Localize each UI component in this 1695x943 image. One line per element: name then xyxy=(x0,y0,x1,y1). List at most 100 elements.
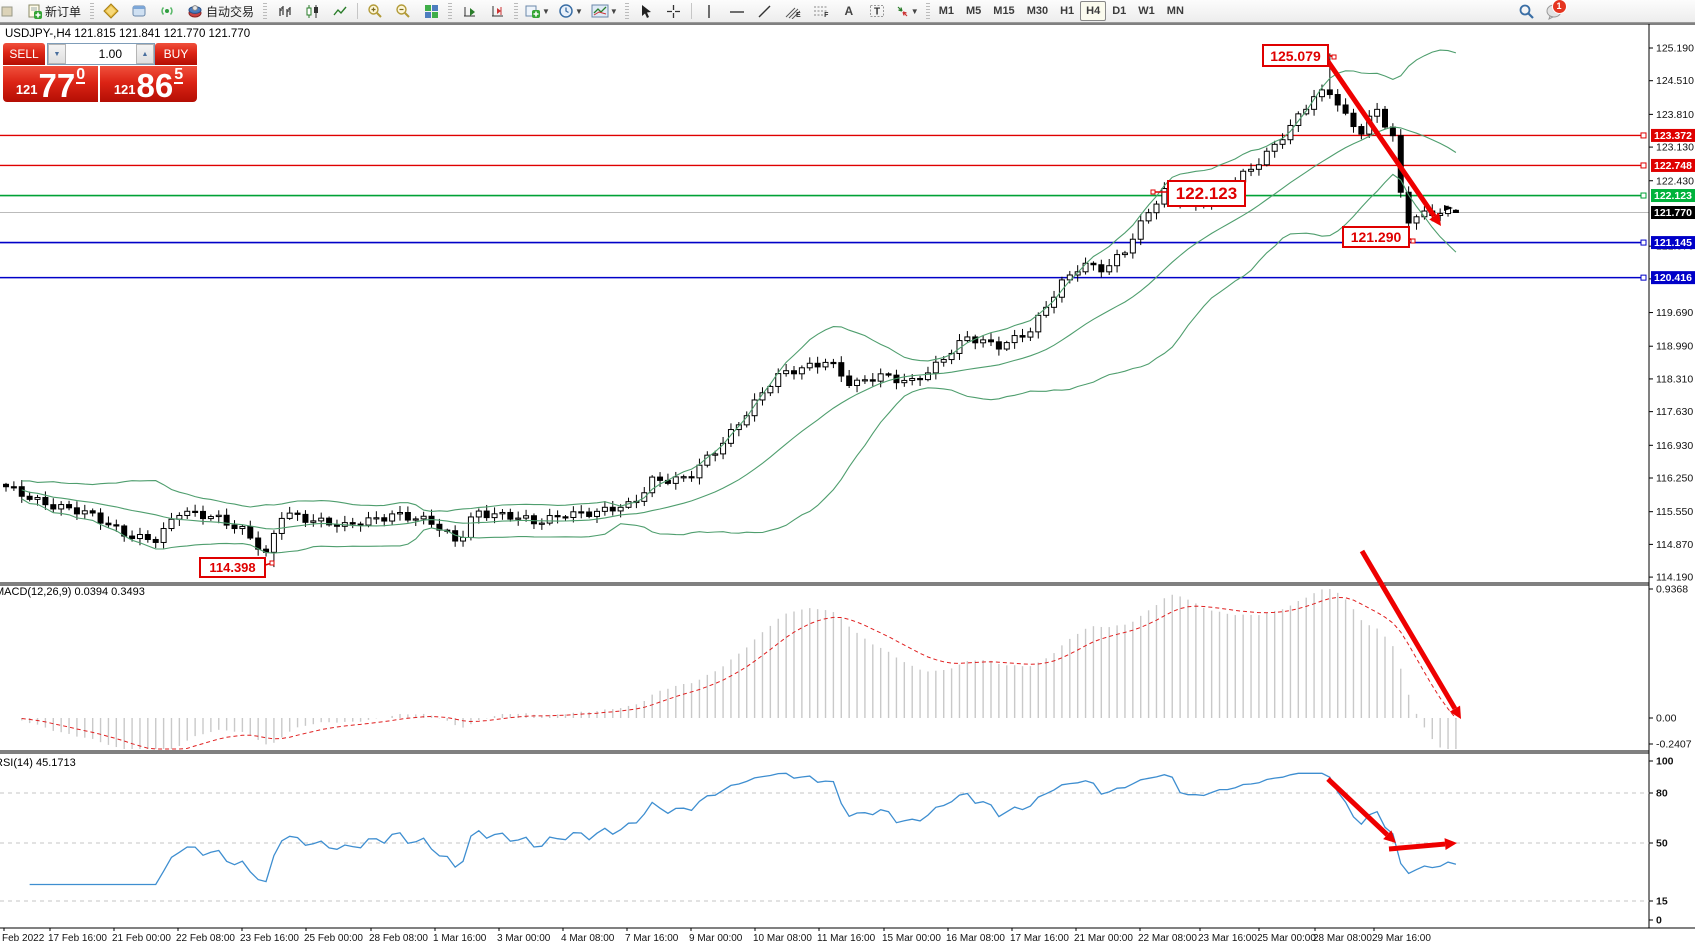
candle-down xyxy=(1359,127,1364,135)
candle-up xyxy=(1012,336,1017,343)
rsi-indicator-label: RSI(14) 45.1713 xyxy=(0,757,76,769)
candle-down xyxy=(1327,90,1332,95)
candle-up xyxy=(855,380,860,385)
time-axis-label: 21 Mar 00:00 xyxy=(1074,933,1133,943)
price-callout-125.079: 125.079 xyxy=(1262,44,1329,67)
price-tag-label: 122.123 xyxy=(1654,190,1692,202)
candle-down xyxy=(610,507,615,511)
candle-up xyxy=(547,516,552,524)
macd-axis-label: -0.2407 xyxy=(1656,739,1692,751)
candle-down xyxy=(405,513,410,521)
volume-decrease-button[interactable]: ▼ xyxy=(48,44,66,64)
candle-down xyxy=(689,477,694,478)
candle-up xyxy=(516,518,521,519)
one-click-trading-panel: SELL ▼ 1.00 ▲ BUY 121 77 0 121 86 5 xyxy=(3,43,197,100)
candle-down xyxy=(1383,109,1388,127)
sell-price-button[interactable]: 121 77 0 xyxy=(3,66,98,102)
sell-price-whole: 121 xyxy=(16,82,38,97)
candle-down xyxy=(295,513,300,514)
time-axis-label: 4 Mar 08:00 xyxy=(561,933,615,943)
candle-up xyxy=(1115,255,1120,266)
candle-down xyxy=(1099,265,1104,272)
time-axis-label: 9 Mar 00:00 xyxy=(689,933,743,943)
candle-down xyxy=(815,363,820,367)
hline-anchor-square xyxy=(1641,163,1646,168)
candle-down xyxy=(350,523,355,524)
buy-button[interactable]: BUY xyxy=(155,43,197,65)
candle-down xyxy=(145,535,150,540)
candle-up xyxy=(799,368,804,374)
callout-anchor xyxy=(1411,239,1415,243)
candle-up xyxy=(366,518,371,525)
candle-up xyxy=(1264,151,1269,165)
candle-up xyxy=(390,514,395,521)
sell-button[interactable]: SELL xyxy=(3,43,45,65)
candle-down xyxy=(130,536,135,538)
candle-down xyxy=(1091,263,1096,264)
volume-value[interactable]: 1.00 xyxy=(66,44,136,64)
candle-down xyxy=(847,376,852,385)
buy-price-whole: 121 xyxy=(114,82,136,97)
price-axis-label: 122.430 xyxy=(1656,175,1694,187)
buy-price-pips: 86 xyxy=(137,72,174,100)
candle-down xyxy=(484,511,489,518)
candle-down xyxy=(248,526,253,538)
candle-down xyxy=(839,363,844,376)
candle-down xyxy=(508,512,513,519)
candle-down xyxy=(11,487,16,488)
candle-down xyxy=(4,484,9,486)
sell-price-point: 0 xyxy=(76,67,85,84)
candle-up xyxy=(398,513,403,514)
time-axis-label: 16 Mar 08:00 xyxy=(946,933,1005,943)
buy-price-button[interactable]: 121 86 5 xyxy=(100,66,197,102)
candle-down xyxy=(43,497,48,504)
time-axis-label: 22 Mar 08:00 xyxy=(1138,933,1197,943)
price-axis-label: 125.190 xyxy=(1656,42,1694,54)
candle-up xyxy=(413,519,418,520)
candle-up xyxy=(595,511,600,516)
candle-down xyxy=(201,511,206,518)
candle-up xyxy=(981,340,986,343)
volume-increase-button[interactable]: ▲ xyxy=(136,44,154,64)
candle-up xyxy=(374,518,379,519)
candle-down xyxy=(303,514,308,522)
candle-down xyxy=(555,516,560,517)
candle-up xyxy=(1154,204,1159,213)
price-axis-label: 123.810 xyxy=(1656,109,1694,121)
candle-down xyxy=(106,523,111,525)
macd-indicator-label: MACD(12,26,9) 0.0394 0.3493 xyxy=(0,586,145,598)
candle-up xyxy=(681,477,686,478)
candle-up xyxy=(1280,140,1285,145)
time-axis-label: 23 Mar 16:00 xyxy=(1198,933,1257,943)
time-axis-label: 1 Mar 16:00 xyxy=(433,933,487,943)
price-tag-label: 121.770 xyxy=(1654,207,1692,219)
candle-up xyxy=(539,523,544,524)
candle-down xyxy=(153,539,158,542)
candle-up xyxy=(82,511,87,514)
candle-down xyxy=(358,524,363,525)
time-axis-label: 28 Mar 08:00 xyxy=(1313,933,1372,943)
callout-anchor xyxy=(270,561,274,565)
candle-down xyxy=(996,342,1001,349)
candle-up xyxy=(571,512,576,518)
chart-canvas[interactable]: 125.190124.510123.810123.130122.430121.0… xyxy=(0,0,1695,943)
price-axis-label: 116.930 xyxy=(1656,440,1693,452)
candle-up xyxy=(618,507,623,511)
price-tag-label: 120.416 xyxy=(1654,272,1692,284)
candle-up xyxy=(271,533,276,552)
candle-up xyxy=(1044,307,1049,315)
candle-down xyxy=(792,371,797,374)
candle-down xyxy=(114,525,119,526)
price-axis-label: 116.250 xyxy=(1656,473,1693,485)
hline-anchor-square xyxy=(1641,133,1646,138)
price-callout-114.398: 114.398 xyxy=(199,557,266,578)
volume-spinner[interactable]: ▼ 1.00 ▲ xyxy=(47,43,155,65)
buy-price-point: 5 xyxy=(174,67,183,84)
time-axis-label: 17 Feb 16:00 xyxy=(48,933,107,943)
price-axis-label: 117.630 xyxy=(1656,406,1693,418)
callout-anchor xyxy=(1332,55,1336,59)
chart-background[interactable] xyxy=(0,24,1695,943)
candle-up xyxy=(1249,169,1254,171)
candle-up xyxy=(1107,266,1112,272)
candle-up xyxy=(161,529,166,543)
